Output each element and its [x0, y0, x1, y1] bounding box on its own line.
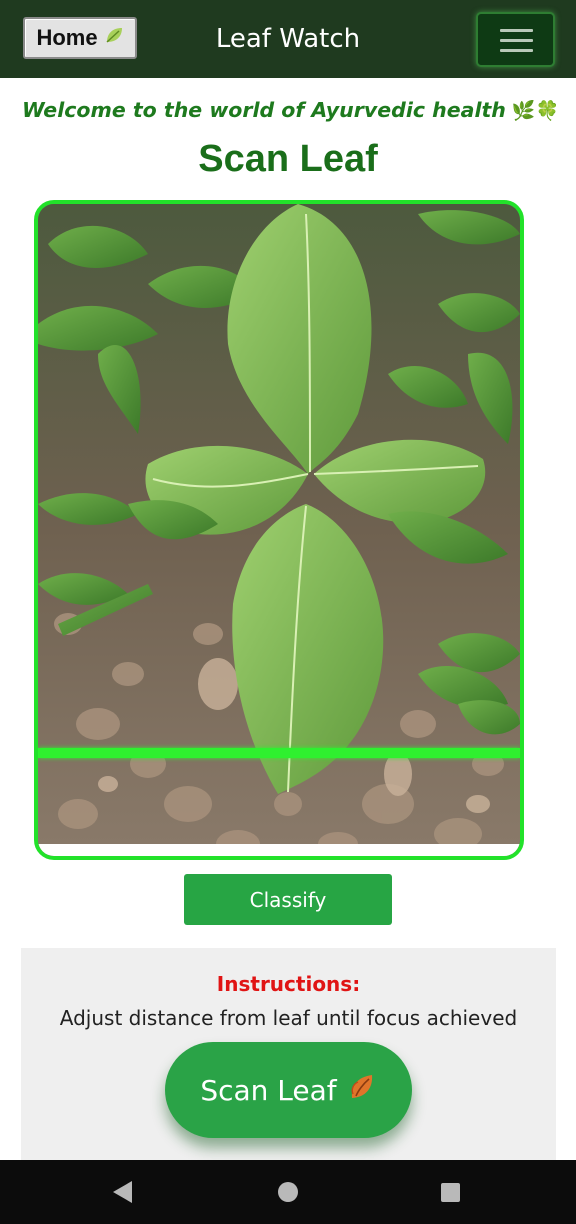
- welcome-text: Welcome to the world of Ayurvedic health: [22, 98, 506, 122]
- classify-button[interactable]: Classify: [184, 874, 392, 925]
- hamburger-menu-button[interactable]: [476, 12, 555, 67]
- instruction-line: Adjust distance from leaf until focus ac…: [59, 1006, 518, 1030]
- back-triangle-icon[interactable]: [113, 1181, 132, 1203]
- fab-label: Scan Leaf: [200, 1073, 337, 1107]
- leaf-icon: [104, 25, 124, 51]
- page-title: Scan Leaf: [198, 138, 378, 180]
- home-button[interactable]: Home: [23, 17, 137, 59]
- instructions-title: Instructions:: [216, 972, 361, 996]
- recents-square-icon[interactable]: [441, 1183, 460, 1202]
- scan-line: [38, 748, 520, 758]
- hamburger-menu-icon: [500, 29, 533, 32]
- camera-preview[interactable]: [34, 200, 524, 860]
- home-circle-icon[interactable]: [278, 1182, 298, 1202]
- fallen-leaf-icon: [347, 1072, 377, 1109]
- welcome-message: Welcome to the world of Ayurvedic health…: [22, 98, 562, 122]
- scan-leaf-fab-button[interactable]: Scan Leaf: [165, 1042, 412, 1138]
- camera-preview-leaf-image: [38, 204, 520, 856]
- hamburger-menu-icon-bar: [500, 49, 533, 52]
- system-navigation-bar: [0, 1160, 576, 1224]
- herb-clover-emoji-icon: 🌿🍀: [511, 100, 560, 122]
- hamburger-menu-icon-bar: [500, 39, 533, 42]
- app-screen: Home Leaf Watch Welcome to the world of …: [0, 0, 576, 1224]
- home-button-label: Home: [36, 25, 98, 50]
- camera-bottom-gap: [38, 844, 520, 856]
- top-navbar: Home Leaf Watch: [0, 0, 576, 78]
